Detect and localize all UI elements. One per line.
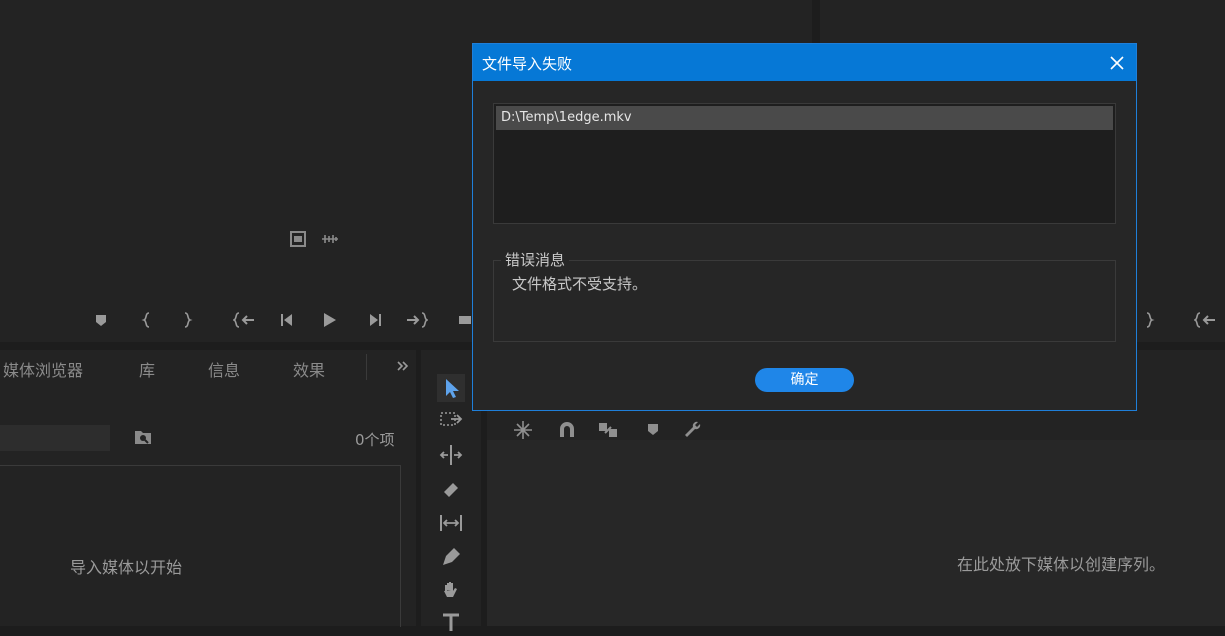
import-failed-dialog: 文件导入失败 D:\Temp\1edge.mkv 错误消息 文件格式不受支持。 … [472, 43, 1137, 411]
find-icon[interactable] [134, 429, 152, 445]
go-to-out-icon[interactable] [406, 311, 428, 329]
mark-out-icon[interactable] [178, 311, 196, 329]
timeline-drop-area[interactable] [487, 440, 1225, 626]
go-to-in-icon[interactable] [1194, 311, 1216, 329]
dialog-title: 文件导入失败 [482, 55, 573, 73]
go-to-in-icon[interactable] [233, 311, 255, 329]
import-media-message: 导入媒体以开始 [70, 558, 183, 577]
project-list-area[interactable] [0, 465, 401, 627]
ok-button[interactable]: 确定 [755, 368, 854, 392]
drop-media-message: 在此处放下媒体以创建序列。 [957, 555, 1166, 574]
linked-selection-icon[interactable] [597, 419, 619, 441]
mark-in-icon[interactable] [138, 311, 156, 329]
pen-tool-icon[interactable] [437, 543, 465, 571]
play-icon[interactable] [320, 311, 338, 329]
item-count: 0个项 [355, 431, 395, 449]
dialog-titlebar[interactable]: 文件导入失败 [473, 44, 1136, 81]
marker-icon[interactable] [92, 311, 110, 329]
selection-tool-icon[interactable] [437, 374, 465, 402]
track-select-tool-icon[interactable] [437, 407, 465, 435]
error-group-label: 错误消息 [501, 249, 570, 270]
step-forward-icon[interactable] [366, 311, 384, 329]
step-back-icon[interactable] [278, 311, 296, 329]
tab-media-browser[interactable]: 媒体浏览器 [3, 357, 83, 381]
tab-effects[interactable]: 效果 [293, 357, 325, 381]
close-button[interactable] [1102, 48, 1132, 78]
tab-libraries[interactable]: 库 [139, 357, 155, 381]
mark-out-icon[interactable] [1140, 311, 1158, 329]
more-tabs-icon[interactable] [396, 359, 410, 373]
slip-tool-icon[interactable] [437, 509, 465, 537]
tab-info[interactable]: 信息 [208, 357, 240, 381]
snap-icon[interactable] [512, 419, 534, 441]
tab-divider [366, 354, 367, 380]
wrench-icon[interactable] [683, 419, 705, 441]
drag-video-icon[interactable] [290, 231, 306, 247]
search-input[interactable] [0, 425, 110, 451]
razor-tool-icon[interactable] [437, 475, 465, 503]
drag-audio-icon[interactable] [320, 232, 340, 246]
list-item[interactable]: D:\Temp\1edge.mkv [496, 106, 1113, 130]
error-message-text: 文件格式不受支持。 [512, 275, 648, 293]
hand-tool-icon[interactable] [437, 577, 465, 605]
add-marker-icon[interactable] [642, 419, 664, 441]
failed-files-list[interactable]: D:\Temp\1edge.mkv [493, 103, 1116, 224]
ripple-edit-tool-icon[interactable] [437, 441, 465, 469]
type-tool-icon[interactable] [437, 608, 465, 636]
magnet-icon[interactable] [556, 419, 578, 441]
insert-icon[interactable] [458, 311, 472, 329]
close-icon [1110, 56, 1124, 70]
